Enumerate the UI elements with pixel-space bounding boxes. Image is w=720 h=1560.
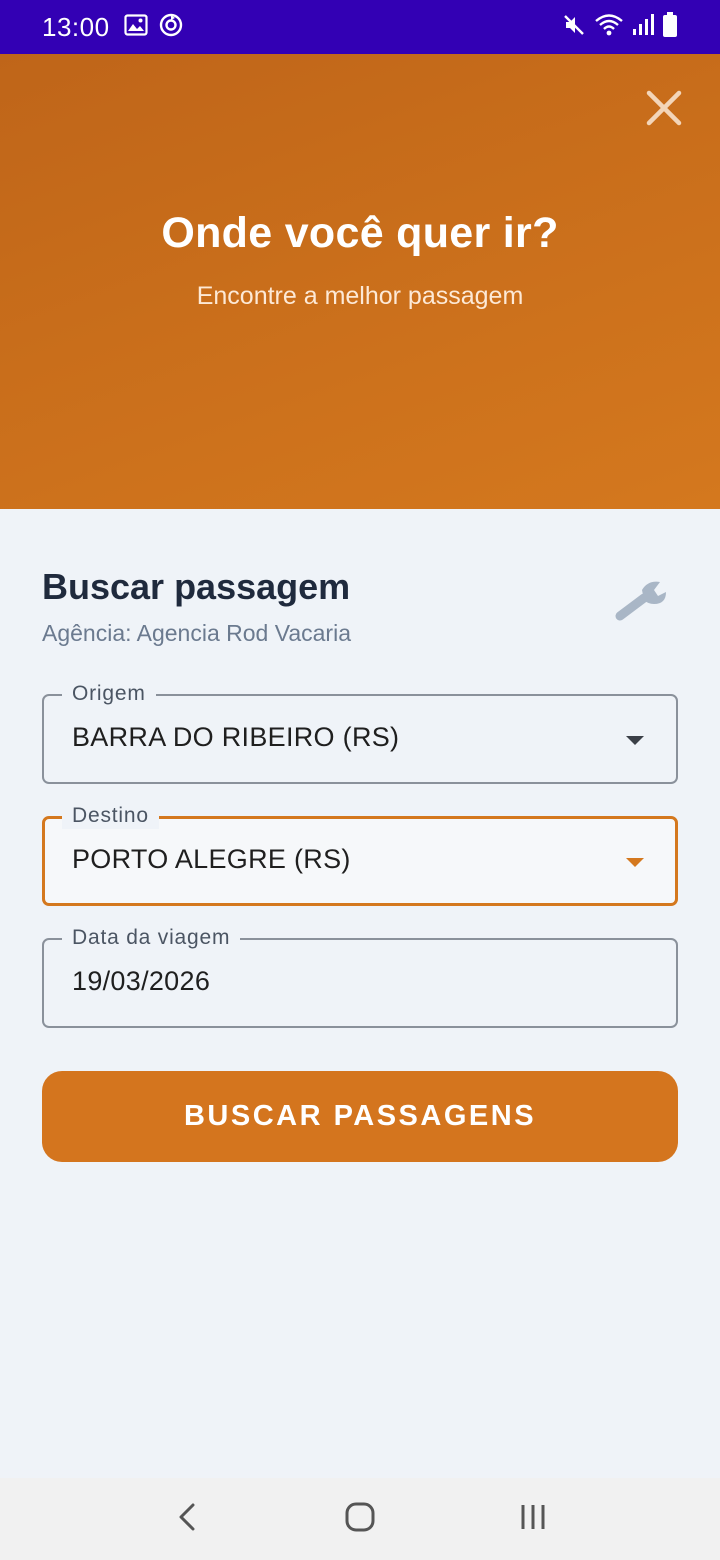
status-left-icons — [123, 12, 184, 43]
wrench-icon — [614, 578, 670, 627]
hero-title: Onde você quer ir? — [161, 209, 559, 257]
navigation-bar — [0, 1478, 720, 1560]
recents-button[interactable] — [503, 1489, 563, 1549]
destination-dropdown-icon — [626, 858, 644, 867]
back-icon — [177, 1502, 197, 1537]
hero-subtitle: Encontre a melhor passagem — [196, 282, 524, 310]
destination-select[interactable]: Destino PORTO ALEGRE (RS) — [42, 803, 678, 906]
signal-icon — [632, 13, 654, 42]
status-right-icons — [562, 11, 678, 43]
home-button[interactable] — [330, 1489, 390, 1549]
travel-date-field[interactable]: Data da viagem 19/03/2026 — [42, 925, 678, 1028]
mute-icon — [562, 13, 586, 42]
agency-text: Agência: Agencia Rod Vacaria — [42, 620, 351, 646]
close-icon — [645, 89, 683, 132]
destination-label: Destino — [62, 803, 159, 829]
origin-label: Origem — [62, 681, 156, 707]
section-title: Buscar passagem — [42, 566, 351, 607]
travel-date-value: 19/03/2026 — [72, 966, 211, 996]
origin-value: BARRA DO RIBEIRO (RS) — [72, 722, 400, 752]
recents-icon — [518, 1502, 548, 1537]
status-bar: 13:00 — [0, 0, 720, 54]
sync-icon — [158, 12, 184, 43]
home-icon — [344, 1501, 376, 1538]
search-tickets-button[interactable]: BUSCAR PASSAGENS — [42, 1071, 678, 1162]
status-time: 13:00 — [42, 11, 110, 42]
travel-date-label: Data da viagem — [62, 925, 241, 951]
hero-header: Onde você quer ir? Encontre a melhor pas… — [0, 54, 720, 509]
origin-dropdown-icon — [626, 736, 644, 745]
wifi-icon — [594, 13, 624, 42]
settings-button[interactable] — [612, 578, 672, 626]
origin-select[interactable]: Origem BARRA DO RIBEIRO (RS) — [42, 681, 678, 784]
destination-value: PORTO ALEGRE (RS) — [72, 844, 351, 874]
image-icon — [123, 13, 148, 41]
close-button[interactable] — [644, 90, 684, 130]
battery-icon — [662, 11, 678, 43]
back-button[interactable] — [157, 1489, 217, 1549]
